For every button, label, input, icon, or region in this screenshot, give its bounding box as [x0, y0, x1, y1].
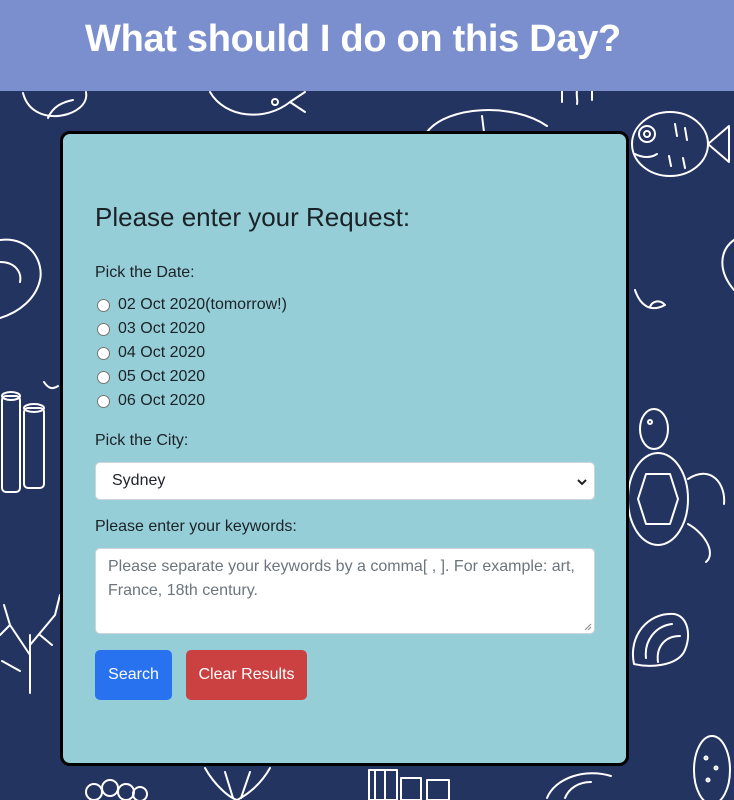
date-option[interactable]: 05 Oct 2020 — [95, 367, 205, 387]
coral-branch-icon — [0, 594, 61, 694]
date-option[interactable]: 04 Oct 2020 — [95, 343, 205, 363]
resize-grip-icon[interactable] — [584, 623, 592, 631]
sponge-icon — [85, 779, 148, 800]
chevron-down-icon — [577, 479, 587, 486]
date-option-label: 05 Oct 2020 — [118, 368, 206, 385]
seaweed-icon — [634, 289, 666, 310]
date-label: Pick the Date: — [95, 264, 195, 281]
sea-cucumber-icon — [693, 735, 731, 800]
coral-tubes-icon — [368, 769, 450, 800]
coral-icon — [561, 89, 593, 105]
date-option[interactable]: 02 Oct 2020(tomorrow!) — [95, 295, 287, 315]
date-option-label: 06 Oct 2020 — [118, 392, 206, 409]
radio-button[interactable] — [97, 394, 110, 408]
request-form-card: Please enter your Request: Pick the Date… — [60, 131, 629, 766]
clam-icon — [631, 612, 690, 667]
page-header: What should I do on this Day? — [0, 0, 734, 91]
radio-button[interactable] — [97, 322, 110, 336]
radio-button[interactable] — [97, 298, 110, 312]
keywords-label: Please enter your keywords: — [95, 518, 297, 535]
city-select-value: Sydney — [112, 472, 166, 489]
date-option[interactable]: 06 Oct 2020 — [95, 391, 205, 411]
plant-icon — [721, 239, 734, 291]
city-label: Pick the City: — [95, 432, 189, 449]
fan-coral-icon — [204, 767, 271, 800]
date-option-label: 02 Oct 2020(tomorrow!) — [118, 296, 287, 313]
keywords-input[interactable]: Please separate your keywords by a comma… — [95, 548, 595, 634]
date-option-label: 04 Oct 2020 — [118, 344, 206, 361]
fish-icon — [209, 91, 306, 116]
turtle-icon — [627, 408, 726, 563]
coral-tubes-icon — [1, 381, 59, 493]
form-heading: Please enter your Request: — [95, 202, 411, 232]
shell-icon — [22, 91, 88, 119]
radio-button[interactable] — [97, 346, 110, 360]
search-button[interactable]: Search — [95, 650, 172, 700]
city-select[interactable]: Sydney — [95, 462, 595, 500]
pufferfish-icon — [631, 111, 730, 177]
flatfish-icon — [426, 109, 548, 133]
clear-results-button[interactable]: Clear Results — [186, 650, 307, 700]
keywords-placeholder: Please separate your keywords by a comma… — [108, 558, 575, 599]
shell-icon — [0, 238, 42, 319]
shell-icon — [546, 772, 612, 799]
radio-button[interactable] — [97, 370, 110, 384]
date-option[interactable]: 03 Oct 2020 — [95, 319, 205, 339]
date-option-label: 03 Oct 2020 — [118, 320, 206, 337]
page-title: What should I do on this Day? — [85, 18, 621, 60]
